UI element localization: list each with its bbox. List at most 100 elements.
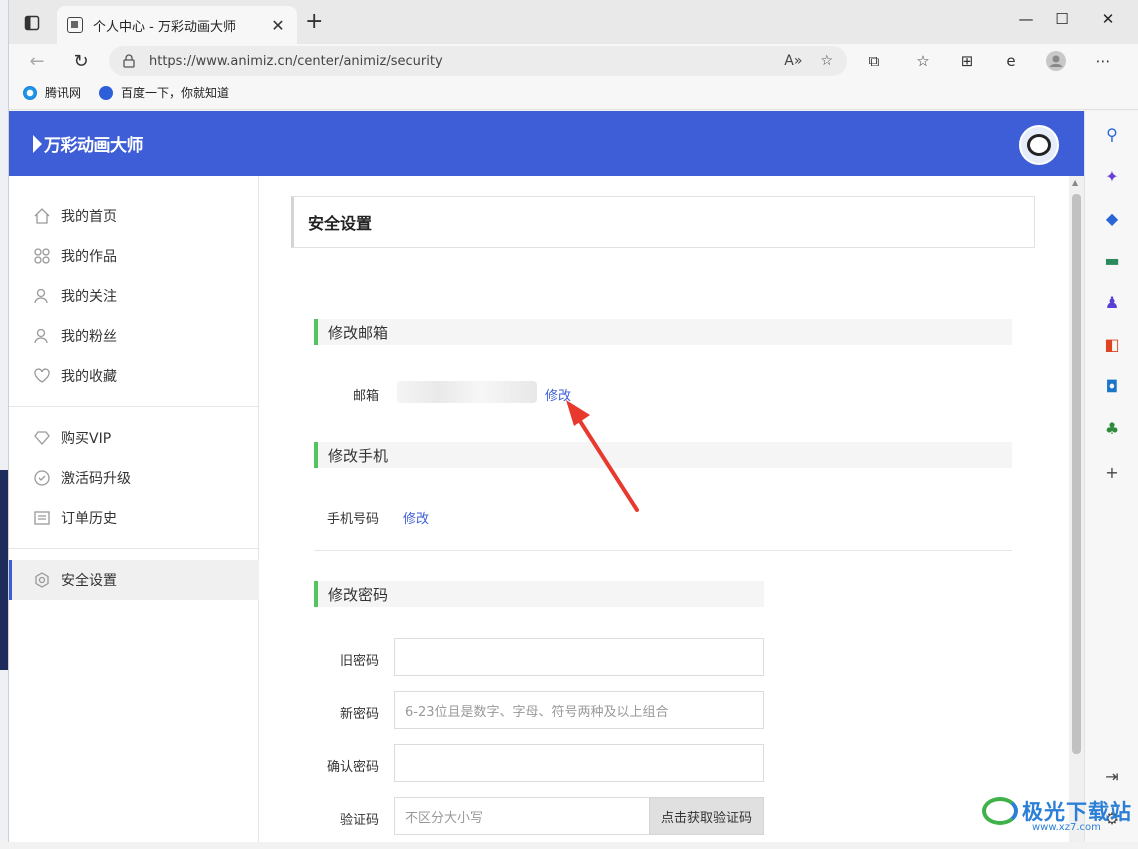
gear-icon <box>33 571 51 589</box>
sidebar-item-home[interactable]: 我的首页 <box>9 196 259 236</box>
sidebar-item-label: 我的关注 <box>61 289 117 305</box>
scroll-up-icon[interactable]: ▲ <box>1072 178 1078 187</box>
favorites-bar: 腾讯网 百度一下，你就知道 <box>9 78 1138 110</box>
page-scrollbar[interactable]: ▲ <box>1069 176 1084 842</box>
url-text: https://www.animiz.cn/center/animiz/secu… <box>149 53 443 69</box>
collections-icon[interactable]: ⊞ <box>956 50 978 72</box>
account-sidebar: 我的首页 我的作品 我的关注 我的粉丝 我的收藏 购买VIP 激活码升级 订单历… <box>9 176 259 842</box>
sidebar-divider <box>9 406 259 407</box>
email-section-heading: 修改邮箱 <box>314 319 1012 345</box>
office-icon[interactable]: ◧ <box>1101 333 1123 355</box>
close-tab-icon[interactable]: ✕ <box>269 16 287 35</box>
old-password-label: 旧密码 <box>339 654 379 669</box>
heart-icon <box>33 367 51 385</box>
sidebar-item-favorites[interactable]: 我的收藏 <box>9 356 259 396</box>
panda-avatar-icon <box>1027 134 1051 156</box>
edit-phone-link[interactable]: 修改 <box>403 508 429 527</box>
tree-icon[interactable]: ♣ <box>1101 417 1123 439</box>
favorite-baidu[interactable]: 百度一下，你就知道 <box>99 84 229 101</box>
user-icon <box>33 287 51 305</box>
home-icon <box>33 207 51 225</box>
favorite-tencent[interactable]: 腾讯网 <box>23 84 81 101</box>
tencent-icon <box>23 85 37 100</box>
web-page: 万彩动画大师 我的首页 我的作品 我的关注 我的粉丝 我的收藏 购买VIP 激活… <box>9 111 1084 842</box>
email-value-redacted <box>397 381 537 403</box>
user-avatar[interactable] <box>1019 125 1059 165</box>
sidebar-item-security[interactable]: 安全设置 <box>9 560 259 600</box>
browser-toolbar: ← ↻ https://www.animiz.cn/center/animiz/… <box>9 44 1138 78</box>
confirm-password-input[interactable] <box>394 744 764 782</box>
section-divider <box>314 550 1012 551</box>
browser-tab[interactable]: 个人中心 - 万彩动画大师 ✕ <box>57 6 297 44</box>
more-options-icon[interactable]: ⋯ <box>1092 50 1114 72</box>
address-bar[interactable]: https://www.animiz.cn/center/animiz/secu… <box>109 46 847 76</box>
tools-icon[interactable]: ▬ <box>1101 249 1123 271</box>
ticket-icon <box>33 469 51 487</box>
security-settings-panel: 安全设置 修改邮箱 邮箱 修改 修改手机 手机号码 修改 修改密码 旧密码 新密… <box>259 176 1069 842</box>
new-password-label: 新密码 <box>339 707 379 722</box>
list-icon <box>33 509 51 527</box>
edge-bar-icon[interactable]: e <box>1000 50 1022 72</box>
page-favicon-icon <box>67 17 83 33</box>
watermark-swirl-icon <box>982 797 1018 825</box>
new-tab-icon[interactable]: + <box>305 11 323 33</box>
user-icon <box>33 327 51 345</box>
sidebar-item-label: 我的收藏 <box>61 369 117 385</box>
edit-email-link[interactable]: 修改 <box>545 385 571 404</box>
sidebar-toggle-icon[interactable]: ⇥ <box>1101 765 1123 787</box>
sidebar-item-vip[interactable]: 购买VIP <box>9 418 259 458</box>
phone-label: 手机号码 <box>326 512 379 527</box>
site-header: 万彩动画大师 <box>9 111 1084 176</box>
favorites-icon[interactable]: ☆ <box>912 50 934 72</box>
confirm-password-label: 确认密码 <box>326 760 379 775</box>
diamond-icon <box>33 429 51 447</box>
maximize-icon[interactable]: ☐ <box>1039 10 1085 28</box>
lock-icon <box>123 54 135 68</box>
grid-icon <box>33 247 51 265</box>
password-section-heading: 修改密码 <box>314 581 764 607</box>
sidebar-item-fans[interactable]: 我的粉丝 <box>9 316 259 356</box>
sidebar-item-works[interactable]: 我的作品 <box>9 236 259 276</box>
copilot-icon[interactable]: ✦ <box>1101 165 1123 187</box>
sidebar-item-following[interactable]: 我的关注 <box>9 276 259 316</box>
old-password-input[interactable] <box>394 638 764 676</box>
close-window-icon[interactable]: ✕ <box>1085 10 1131 28</box>
read-aloud-icon[interactable]: A» <box>784 53 802 69</box>
logo-text: 万彩动画大师 <box>44 136 144 156</box>
logo-play-icon <box>33 134 42 153</box>
extensions-icon[interactable]: ⧉ <box>863 50 885 72</box>
refresh-icon[interactable]: ↻ <box>67 48 95 74</box>
sidebar-item-label: 我的首页 <box>61 209 117 225</box>
sidebar-item-label: 购买VIP <box>61 431 112 447</box>
sidebar-item-label: 激活码升级 <box>61 471 131 487</box>
add-icon[interactable]: + <box>1101 461 1123 483</box>
email-label: 邮箱 <box>352 389 379 404</box>
shopping-tag-icon[interactable]: ◆ <box>1101 207 1123 229</box>
scrollbar-thumb[interactable] <box>1072 194 1081 754</box>
profile-icon[interactable] <box>1045 50 1067 72</box>
watermark-subtext: www.xz7.com <box>1032 822 1101 833</box>
sidebar-item-activation[interactable]: 激活码升级 <box>9 458 259 498</box>
games-icon[interactable]: ♟ <box>1101 291 1123 313</box>
add-favorite-icon[interactable]: ☆ <box>820 53 833 69</box>
favorite-label: 腾讯网 <box>45 86 82 100</box>
verification-code-input[interactable]: 不区分大小写 <box>394 797 650 835</box>
page-title: 安全设置 <box>291 196 1035 248</box>
tab-actions-icon[interactable] <box>21 12 43 34</box>
outlook-icon[interactable]: ◘ <box>1101 375 1123 397</box>
tab-title: 个人中心 - 万彩动画大师 <box>93 19 236 35</box>
phone-section-heading: 修改手机 <box>314 442 1012 468</box>
search-icon[interactable]: ⚲ <box>1101 123 1123 145</box>
sidebar-item-orders[interactable]: 订单历史 <box>9 498 259 538</box>
site-logo[interactable]: 万彩动画大师 <box>33 131 144 156</box>
edge-sidebar: ⚲ ✦ ◆ ▬ ♟ ◧ ◘ ♣ + ⇥ ⚙ <box>1084 111 1138 842</box>
browser-window: 个人中心 - 万彩动画大师 ✕ + — ☐ ✕ ← ↻ https://www.… <box>8 0 1138 842</box>
verification-code-label: 验证码 <box>339 813 379 828</box>
desktop-background <box>0 0 8 849</box>
back-icon[interactable]: ← <box>23 48 51 74</box>
new-password-input[interactable]: 6-23位且是数字、字母、符号两种及以上组合 <box>394 691 764 729</box>
sidebar-item-label: 订单历史 <box>61 511 117 527</box>
get-code-button[interactable]: 点击获取验证码 <box>649 797 764 835</box>
favorite-label: 百度一下，你就知道 <box>121 86 230 100</box>
sidebar-divider <box>9 548 259 549</box>
